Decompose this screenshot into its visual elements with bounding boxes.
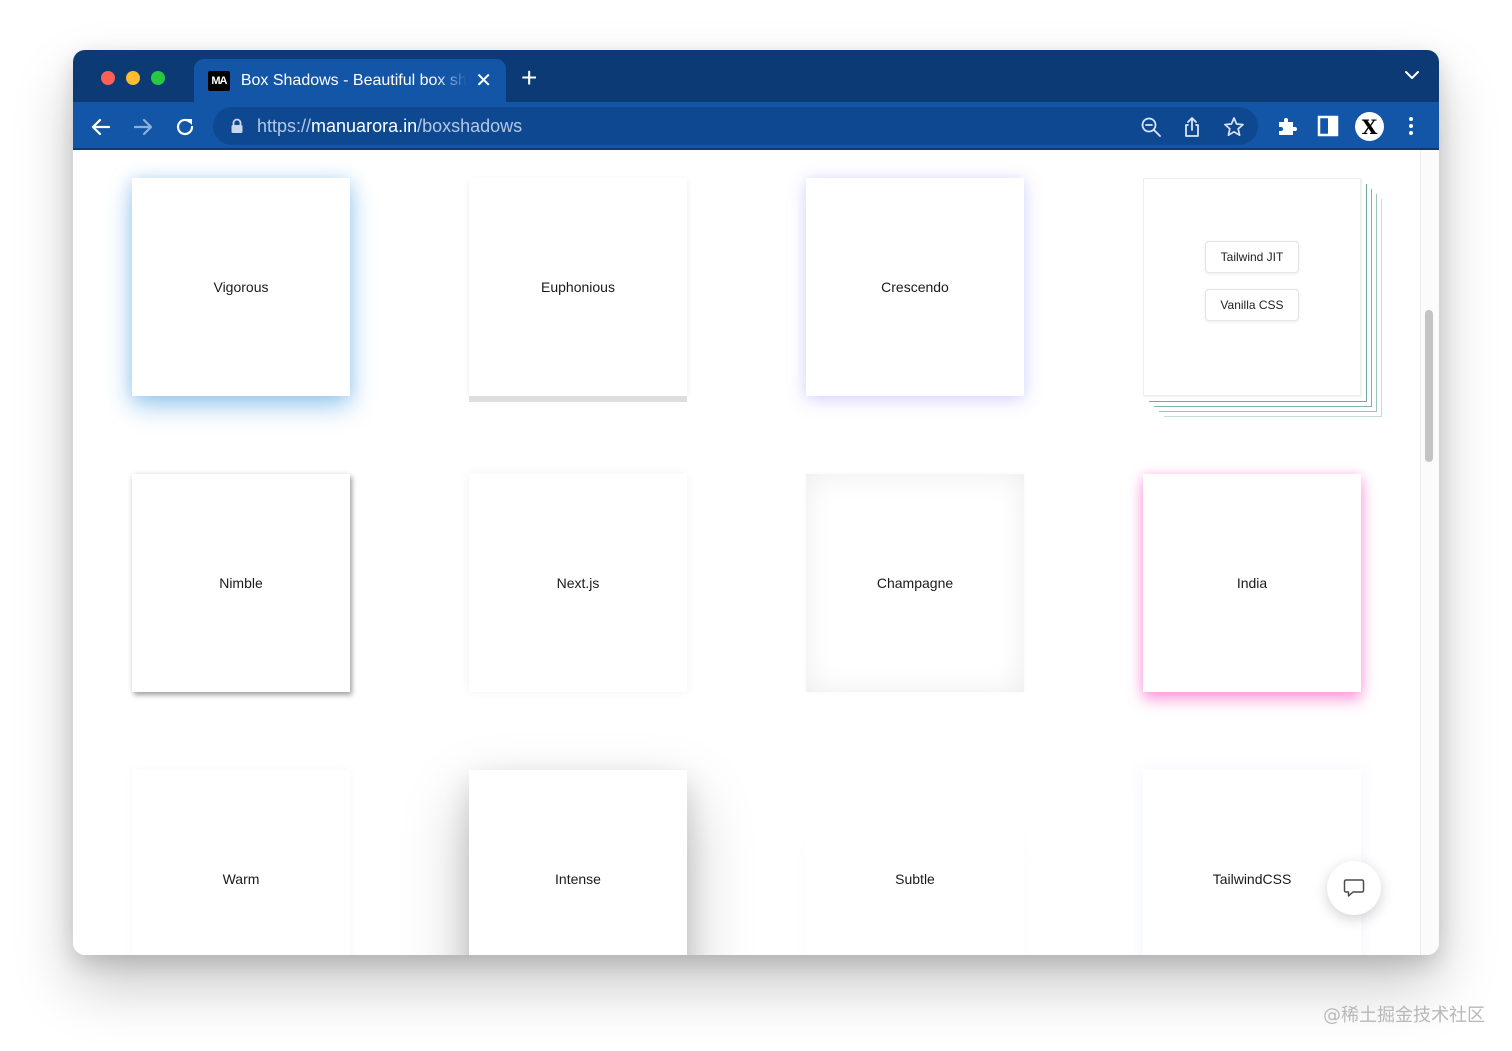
forward-arrow-icon[interactable]: [131, 115, 155, 139]
card-label: Warm: [222, 871, 260, 887]
new-tab-button[interactable]: +: [521, 64, 537, 92]
close-window-button[interactable]: [101, 71, 115, 85]
url-text[interactable]: https://manuarora.in/boxshadows: [257, 116, 522, 137]
card-label: Nimble: [219, 575, 263, 591]
url-scheme: https://: [257, 116, 312, 136]
page-content: Vigorous Euphonious Crescendo Tailwind J…: [73, 150, 1439, 955]
tab-title: Box Shadows - Beautiful box shadows: [240, 71, 467, 89]
chat-bubble-icon: [1343, 879, 1365, 897]
url-path: /boxshadows: [417, 116, 523, 136]
card-label: Vigorous: [213, 279, 269, 295]
tab-search-chevron-icon[interactable]: [1405, 70, 1419, 80]
card-label: Subtle: [895, 871, 935, 887]
extensions-puzzle-icon[interactable]: [1275, 114, 1299, 138]
card-label: Champagne: [876, 575, 954, 591]
card-label: India: [1236, 575, 1268, 591]
site-favicon-icon: MA: [208, 70, 230, 91]
browser-window: MA Box Shadows - Beautiful box shadows ✕…: [73, 50, 1439, 955]
tab-close-icon[interactable]: ✕: [475, 71, 492, 91]
feedback-chat-button[interactable]: [1327, 861, 1381, 915]
shadow-card-nextjs[interactable]: Next.js: [469, 474, 687, 692]
tailwind-jit-button[interactable]: Tailwind JIT: [1205, 241, 1299, 273]
more-menu-icon[interactable]: [1399, 114, 1423, 138]
card-label: Next.js: [556, 575, 600, 591]
maximize-window-button[interactable]: [151, 71, 165, 85]
scrollbar-thumb[interactable]: [1425, 310, 1433, 462]
shadow-card-euphonious[interactable]: Euphonious: [469, 178, 687, 396]
tab-strip: MA Box Shadows - Beautiful box shadows ✕…: [73, 50, 1439, 102]
shadow-card-subtle[interactable]: Subtle: [806, 770, 1024, 955]
shadow-card-india[interactable]: India: [1143, 474, 1361, 692]
shadow-card-crescendo[interactable]: Crescendo: [806, 178, 1024, 396]
address-bar[interactable]: https://manuarora.in/boxshadows: [213, 107, 1258, 145]
share-icon[interactable]: [1181, 116, 1203, 138]
vanilla-css-button[interactable]: Vanilla CSS: [1205, 289, 1299, 321]
card-label: Crescendo: [881, 279, 949, 295]
watermark: @稀土掘金技术社区: [1323, 1005, 1485, 1026]
scrollbar-track[interactable]: [1420, 150, 1439, 955]
bookmark-star-icon[interactable]: [1223, 116, 1245, 138]
card-label: Euphonious: [541, 279, 615, 295]
reload-icon[interactable]: [173, 115, 197, 139]
screenshot-stage: MA Box Shadows - Beautiful box shadows ✕…: [0, 0, 1512, 1051]
lock-icon[interactable]: [230, 118, 244, 134]
active-tab[interactable]: MA Box Shadows - Beautiful box shadows ✕: [194, 59, 506, 102]
back-arrow-icon[interactable]: [89, 115, 113, 139]
shadow-card-tailwindcss[interactable]: TailwindCSS: [1143, 770, 1361, 955]
shadow-card-champagne[interactable]: Champagne: [806, 474, 1024, 692]
shadow-card-intense[interactable]: Intense: [469, 770, 687, 955]
shadow-card-stacked[interactable]: Tailwind JIT Vanilla CSS: [1143, 178, 1361, 396]
minimize-window-button[interactable]: [126, 71, 140, 85]
url-host: manuarora.in: [311, 116, 418, 136]
shadow-card-nimble[interactable]: Nimble: [132, 474, 350, 692]
side-panel-icon[interactable]: [1316, 114, 1340, 138]
card-label: Intense: [555, 871, 601, 887]
card-label: TailwindCSS: [1212, 871, 1292, 887]
zoom-icon[interactable]: [1140, 116, 1162, 138]
browser-toolbar: https://manuarora.in/boxshadows X: [73, 102, 1439, 150]
shadow-card-vigorous[interactable]: Vigorous: [132, 178, 350, 396]
profile-avatar[interactable]: X: [1355, 112, 1384, 141]
shadow-card-warm[interactable]: Warm: [132, 770, 350, 955]
